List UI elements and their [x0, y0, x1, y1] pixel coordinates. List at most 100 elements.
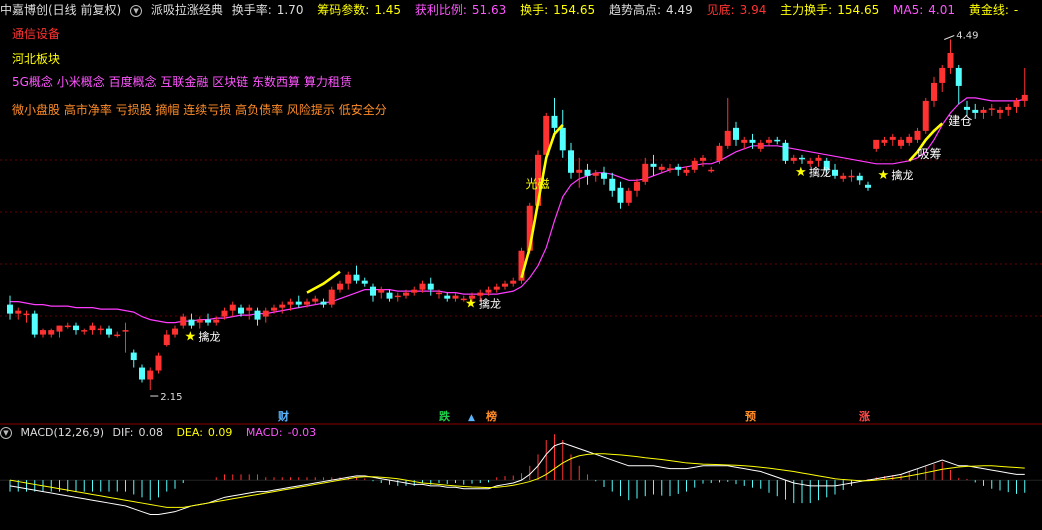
- candle-body-12: [106, 328, 112, 335]
- candle-body-73: [609, 178, 616, 191]
- profit-ratio-label: 获利比例:: [414, 3, 467, 17]
- macd-value-number: -0.03: [287, 426, 317, 439]
- event-mark-forecast[interactable]: 预: [744, 410, 757, 423]
- candle-body-84: [700, 157, 706, 161]
- trend-high-value: 4.49: [666, 3, 693, 17]
- industry-tag[interactable]: 通信设备: [12, 25, 60, 42]
- candle-body-68: [568, 150, 574, 173]
- high-label: 4.49: [956, 30, 978, 41]
- turnover-rate: 换手率: 1.70: [232, 3, 309, 17]
- candle-body-82: [683, 169, 690, 173]
- trend-high: 趋势高点: 4.49: [609, 3, 698, 17]
- candle-body-119: [988, 108, 995, 110]
- candle-body-111: [922, 100, 929, 131]
- macd-title[interactable]: MACD(12,26,9): [21, 426, 105, 439]
- stock-name[interactable]: 中嘉博创(日线 前复权): [0, 3, 121, 17]
- candle-body-35: [295, 301, 302, 305]
- ma5-label: MA5:: [893, 3, 924, 17]
- candle-body-67: [559, 127, 566, 151]
- candle-body-7: [64, 325, 71, 328]
- candle-body-6: [56, 325, 63, 332]
- candle-body-36: [304, 301, 310, 305]
- candle-body-21: [180, 316, 187, 326]
- macd-panel: [0, 434, 1042, 516]
- candle-body-123: [1021, 94, 1028, 101]
- candle-body-92: [766, 139, 772, 143]
- candle-body-40: [337, 283, 343, 290]
- event-mark-rise[interactable]: 涨: [858, 410, 871, 423]
- candle-body-78: [650, 163, 657, 167]
- candle-body-10: [89, 325, 96, 331]
- candle-body-2: [23, 313, 30, 316]
- candle-body-74: [617, 187, 624, 203]
- candle-body-16: [139, 367, 145, 380]
- absorb-label: 吸筹: [918, 147, 942, 161]
- candle-body-77: [642, 163, 649, 182]
- style-tags[interactable]: 微小盘股 高市净率 亏损股 摘帽 连续亏损 高负债率 风险提示 低安全分: [12, 101, 387, 118]
- candle-body-94: [782, 142, 789, 161]
- candle-body-9: [81, 330, 88, 332]
- candle-body-4: [40, 330, 46, 335]
- triangle-icon: ▲: [468, 413, 475, 423]
- dea-value: 0.09: [207, 426, 233, 439]
- candle-body-53: [444, 295, 451, 299]
- turnover: 换手: 154.65: [520, 3, 600, 17]
- candle-body-79: [658, 166, 665, 170]
- indicator-name[interactable]: 派吸拉涨经典: [151, 3, 223, 17]
- candle-body-23: [196, 319, 203, 323]
- candle-body-90: [749, 139, 756, 143]
- region-tag[interactable]: 河北板块: [12, 50, 60, 67]
- chip-param-value: 1.45: [374, 3, 402, 17]
- signal-label: 擒龙: [479, 297, 501, 311]
- candle-body-71: [592, 172, 599, 176]
- concept-tags[interactable]: 5G概念 小米概念 百度概念 互联金融 区块链 东数西算 算力租赁: [12, 73, 352, 90]
- dea-label: DEA:: [176, 426, 203, 439]
- candle-body-42: [353, 274, 360, 281]
- candle-body-112: [931, 82, 937, 101]
- signal-segment-0: [306, 270, 341, 294]
- candle-body-58: [485, 289, 492, 293]
- candle-body-91: [757, 142, 764, 149]
- candle-body-113: [939, 67, 946, 83]
- event-mark-finance[interactable]: 财: [277, 410, 290, 423]
- ma-line: [10, 97, 1025, 324]
- grid-lines: [0, 159, 1042, 317]
- candle-body-105: [873, 139, 880, 149]
- candle-body-101: [840, 175, 847, 179]
- event-mark-list[interactable]: 榜: [485, 410, 498, 423]
- candle-body-15: [130, 352, 137, 361]
- candle-body-60: [502, 283, 508, 287]
- low-label: 2.15: [160, 392, 182, 403]
- candle-body-39: [328, 289, 335, 305]
- ma5-value: 4.01: [928, 3, 956, 17]
- candle-body-32: [271, 307, 277, 311]
- candle-body-109: [906, 136, 913, 143]
- candle-body-41: [345, 274, 352, 284]
- candle-body-49: [411, 289, 418, 293]
- signal-label: 擒龙: [809, 165, 831, 179]
- event-mark-fall[interactable]: 跌: [438, 410, 451, 423]
- signal-segment-1: [520, 123, 564, 279]
- header-bar: 中嘉博创(日线 前复权) ▼ 派吸拉涨经典 换手率: 1.70 筹码参数: 1.45…: [0, 0, 1042, 20]
- candle-body-11: [97, 328, 104, 331]
- candle-body-121: [1005, 106, 1012, 110]
- candle-body-115: [955, 67, 962, 86]
- bottom-label: 见底:: [706, 3, 735, 17]
- indicator-settings-icon[interactable]: ▼: [130, 4, 143, 17]
- candle-body-46: [386, 292, 393, 299]
- turnover-label: 换手:: [520, 3, 549, 17]
- candle-body-86: [716, 145, 723, 161]
- candle-body-52: [436, 292, 442, 295]
- signal-label: 擒龙: [892, 168, 914, 182]
- turnover-value: 154.65: [553, 3, 596, 17]
- signal-star-icon: ★: [465, 297, 477, 312]
- main-turnover-value: 154.65: [837, 3, 880, 17]
- candle-body-28: [238, 307, 244, 314]
- candle-body-98: [815, 157, 822, 161]
- candle-body-13: [114, 334, 121, 337]
- macd-settings-icon[interactable]: ▼: [0, 427, 12, 439]
- signal-star-icon: ★: [185, 330, 197, 345]
- candle-body-43: [361, 280, 368, 284]
- chip-param: 筹码参数: 1.45: [317, 3, 406, 17]
- candle-body-14: [122, 330, 129, 332]
